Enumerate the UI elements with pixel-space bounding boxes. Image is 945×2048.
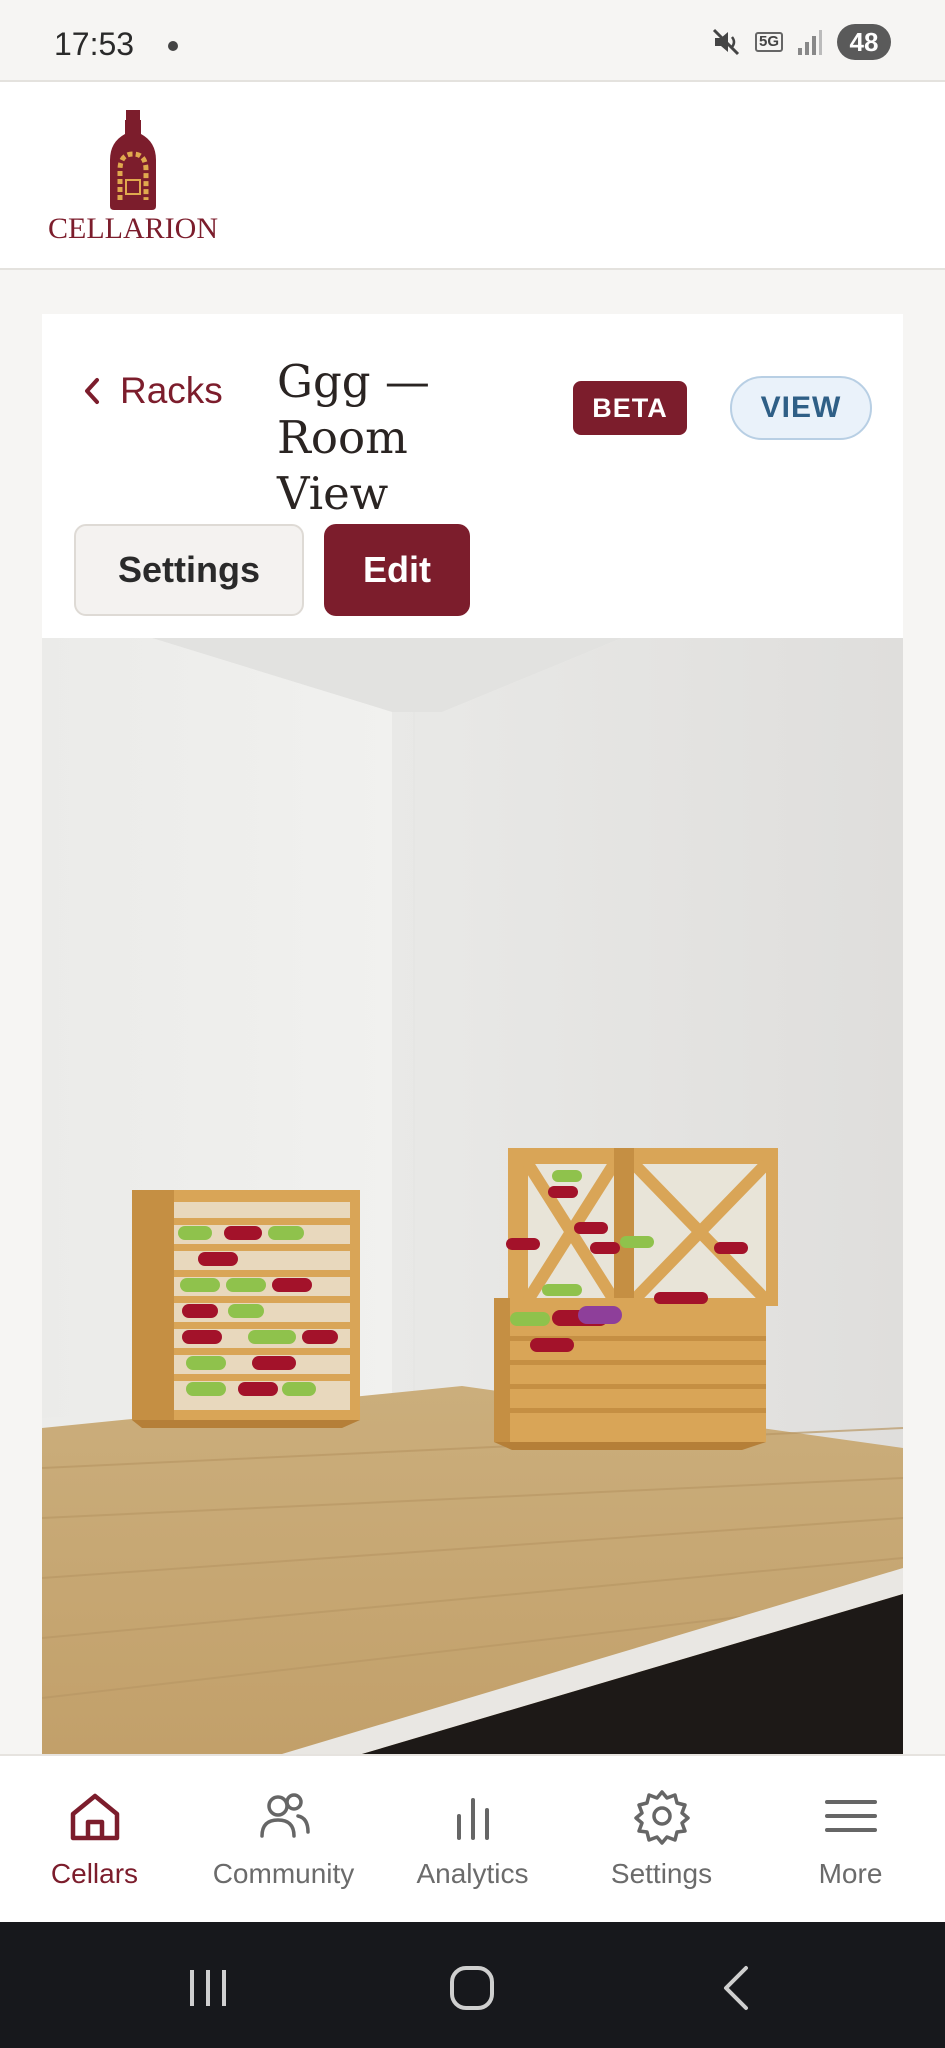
status-icons: 5G 48 [711,24,891,60]
nav-cellars[interactable]: Cellars [0,1756,189,1924]
nav-label: Community [212,1858,355,1889]
network-type-label: 5G [754,32,783,52]
nav-analytics[interactable]: Analytics [378,1756,567,1924]
wine-rack-right[interactable] [494,1148,778,1450]
bar-chart-icon [456,1798,489,1840]
nav-community[interactable]: Community [189,1756,378,1924]
logo-text: CELLARION [48,212,218,245]
back-to-racks-link[interactable]: Racks [82,370,223,412]
edit-button[interactable]: Edit [324,524,470,616]
status-bar: 17:53 5G 48 [0,0,945,80]
menu-icon [824,1800,877,1832]
status-time: 17:53 [54,26,135,62]
battery-indicator: 48 [837,24,891,60]
settings-button[interactable]: Settings [74,524,304,616]
gear-icon [633,1790,690,1845]
home-button-icon[interactable] [442,1958,502,2018]
wine-rack-left[interactable] [132,1190,360,1428]
back-button-icon[interactable] [708,1958,768,2018]
recent-apps-icon[interactable] [178,1958,238,2018]
room-view-header-card: Racks Ggg — Room View BETA VIEW Settings… [42,314,903,638]
view-mode-button[interactable]: VIEW [730,376,872,440]
nav-settings[interactable]: Settings [567,1756,756,1924]
notification-dot-icon [168,41,178,51]
nav-label: More [818,1858,883,1889]
page-title: Ggg — Room View [277,355,430,520]
cellarion-logo[interactable]: CELLARION [48,108,218,248]
app-header: CELLARION [0,80,945,270]
bottom-navigation: Cellars Community Analytics Settings Mor… [0,1754,945,1922]
room-3d-viewport[interactable] [42,638,903,1754]
nav-label: Analytics [416,1858,529,1889]
room-scene [42,638,903,1754]
system-navigation-bar [0,1922,945,2048]
nav-label: Settings [610,1858,713,1889]
chevron-left-icon [85,378,99,404]
users-icon [259,1793,310,1838]
nav-more[interactable]: More [756,1756,945,1924]
mute-icon [712,28,740,56]
signal-icon [798,30,822,55]
wine-bottle-icon [110,110,156,210]
nav-label: Cellars [50,1858,139,1889]
back-link-label: Racks [120,370,223,411]
home-icon [70,1793,119,1841]
beta-badge: BETA [573,381,687,435]
